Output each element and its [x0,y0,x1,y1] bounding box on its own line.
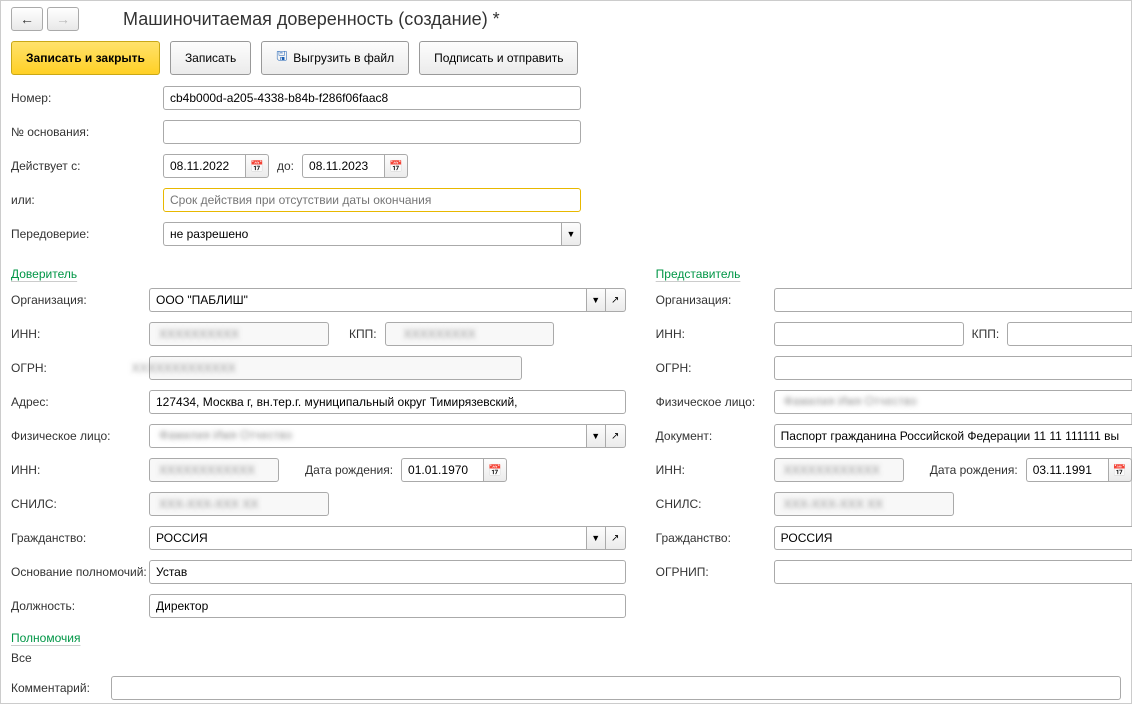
redelegation-dropdown-button[interactable]: ▼ [561,222,581,246]
principal-position-label: Должность: [11,599,149,613]
principal-basis-label: Основание полномочий: [11,565,149,579]
rep-ogrn-input[interactable] [774,356,1132,380]
principal-inn-input[interactable] [149,322,329,346]
rep-citizenship-input[interactable] [774,526,1132,550]
valid-from-label: Действует с: [11,159,163,173]
rep-org-input[interactable] [774,288,1132,312]
principal-kpp-label: КПП: [349,327,377,341]
export-file-button[interactable]: 🖫 Выгрузить в файл [261,41,409,75]
principal-person-open-button[interactable]: ↗ [606,424,626,448]
principal-org-input[interactable] [149,288,586,312]
rep-inn-label: ИНН: [656,327,774,341]
basis-number-label: № основания: [11,125,163,139]
principal-dob-calendar-button[interactable]: 📅 [483,458,507,482]
rep-person-label: Физическое лицо: [656,395,774,409]
principal-kpp-input[interactable] [385,322,554,346]
authority-value: Все [11,651,1121,665]
rep-doc-label: Документ: [656,429,774,443]
principal-citizenship-open-button[interactable]: ↗ [606,526,626,550]
rep-dob-label: Дата рождения: [930,463,1018,477]
rep-kpp-label: КПП: [972,327,1000,341]
duration-input[interactable] [163,188,581,212]
rep-inn2-label: ИНН: [656,463,774,477]
principal-address-input[interactable] [149,390,626,414]
principal-ogrn-input[interactable] [149,356,522,380]
principal-citizenship-input[interactable] [149,526,586,550]
valid-to-input[interactable] [302,154,384,178]
redelegation-label: Передоверие: [11,227,163,241]
number-label: Номер: [11,91,163,105]
principal-dob-input[interactable] [401,458,483,482]
rep-inn-input[interactable] [774,322,964,346]
principal-snils-label: СНИЛС: [11,497,149,511]
rep-person-input[interactable] [774,390,1132,414]
rep-kpp-input[interactable] [1007,322,1132,346]
rep-ogrnip-input[interactable] [774,560,1132,584]
save-button[interactable]: Записать [170,41,251,75]
export-label: Выгрузить в файл [293,51,394,65]
valid-from-calendar-button[interactable]: 📅 [245,154,269,178]
comment-input[interactable] [111,676,1121,700]
redelegation-select[interactable] [163,222,561,246]
number-input[interactable] [163,86,581,110]
authority-title[interactable]: Полномочия [11,631,1121,645]
basis-number-input[interactable] [163,120,581,144]
principal-basis-input[interactable] [149,560,626,584]
principal-person-input[interactable] [149,424,586,448]
principal-inn-label: ИНН: [11,327,149,341]
nav-back-button[interactable]: ← [11,7,43,31]
principal-org-open-button[interactable]: ↗ [606,288,626,312]
principal-position-input[interactable] [149,594,626,618]
rep-dob-input[interactable] [1026,458,1108,482]
rep-doc-input[interactable] [774,424,1132,448]
principal-person-dropdown-button[interactable]: ▼ [586,424,606,448]
rep-dob-calendar-button[interactable]: 📅 [1108,458,1132,482]
rep-ogrn-label: ОГРН: [656,361,774,375]
page-title: Машиночитаемая доверенность (создание) * [123,9,500,30]
principal-citizenship-label: Гражданство: [11,531,149,545]
rep-org-label: Организация: [656,293,774,307]
principal-citizenship-dropdown-button[interactable]: ▼ [586,526,606,550]
valid-from-input[interactable] [163,154,245,178]
to-label: до: [277,159,294,173]
principal-address-label: Адрес: [11,395,149,409]
principal-inn2-input[interactable] [149,458,279,482]
principal-title: Доверитель [11,267,626,281]
rep-snils-label: СНИЛС: [656,497,774,511]
principal-dob-label: Дата рождения: [305,463,393,477]
export-icon: 🖫 [276,47,287,69]
principal-snils-input[interactable] [149,492,329,516]
rep-ogrnip-label: ОГРНИП: [656,565,774,579]
principal-person-label: Физическое лицо: [11,429,149,443]
principal-org-label: Организация: [11,293,149,307]
representative-title: Представитель [656,267,1132,281]
or-label: или: [11,193,163,207]
principal-ogrn-label: ОГРН: [11,361,149,375]
rep-inn2-input[interactable] [774,458,904,482]
principal-org-dropdown-button[interactable]: ▼ [586,288,606,312]
rep-snils-input[interactable] [774,492,954,516]
sign-send-button[interactable]: Подписать и отправить [419,41,578,75]
principal-inn2-label: ИНН: [11,463,149,477]
rep-citizenship-label: Гражданство: [656,531,774,545]
save-close-button[interactable]: Записать и закрыть [11,41,160,75]
nav-forward-button[interactable]: → [47,7,79,31]
valid-to-calendar-button[interactable]: 📅 [384,154,408,178]
comment-label: Комментарий: [11,681,111,695]
